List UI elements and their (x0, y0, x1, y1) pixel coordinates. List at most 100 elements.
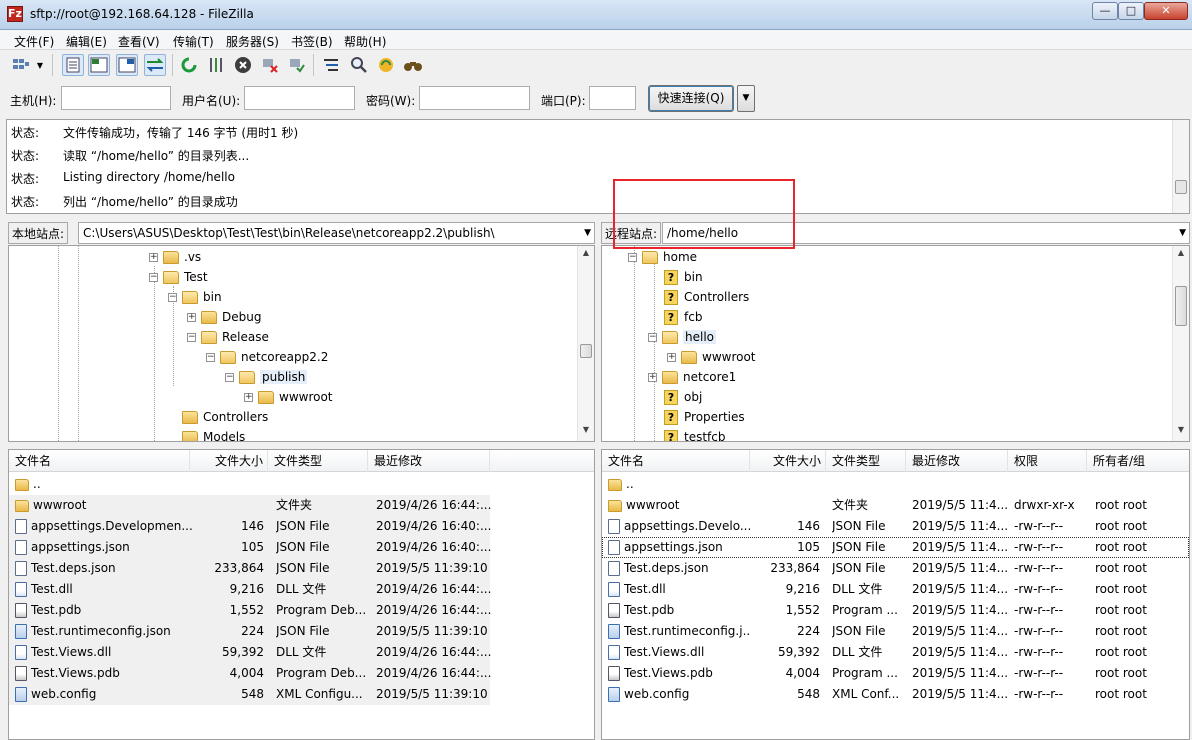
minimize-button[interactable]: — (1092, 2, 1118, 20)
username-input[interactable] (244, 86, 355, 110)
toggle-local-tree-icon[interactable] (88, 54, 110, 76)
scroll-up-icon[interactable]: ▲ (578, 248, 594, 262)
menu-transfer[interactable]: 传输(T) (173, 33, 214, 50)
close-window-button[interactable]: ✕ (1144, 2, 1188, 20)
directory-filter-icon[interactable] (320, 54, 342, 76)
expand-icon[interactable]: + (244, 392, 253, 402)
tree-node-wwwroot[interactable]: + wwwroot (667, 347, 756, 367)
column-filename[interactable]: 文件名 (9, 450, 190, 472)
column-modified[interactable]: 最近修改 (368, 450, 490, 472)
remote-tree-scrollbar[interactable]: ▲ ▼ (1172, 246, 1189, 441)
file-row[interactable]: .. (9, 474, 594, 495)
collapse-icon[interactable]: − (187, 332, 196, 342)
tree-node-netcore1[interactable]: + netcore1 (648, 367, 736, 387)
process-queue-icon[interactable] (205, 54, 227, 76)
scroll-down-icon[interactable]: ▼ (1173, 425, 1189, 439)
file-row[interactable]: Test.Views.dll 59,392 DLL 文件 2019/5/5 11:4.… (602, 642, 1189, 663)
tree-node-publish[interactable]: − publish (225, 367, 308, 387)
file-row[interactable]: Test.deps.json 233,864 JSON File 2019/5/5 1… (602, 558, 1189, 579)
menu-server[interactable]: 服务器(S) (226, 33, 279, 50)
collapse-icon[interactable]: − (168, 292, 177, 302)
tree-node-fcb[interactable]: ? fcb (663, 307, 702, 327)
compare-icon[interactable] (348, 54, 370, 76)
column-filename[interactable]: 文件名 (602, 450, 750, 472)
quickconnect-button[interactable]: 快速连接(Q) (648, 85, 734, 112)
tree-node-bin[interactable]: ? bin (663, 267, 703, 287)
collapse-icon[interactable]: − (628, 252, 637, 262)
tree-node-hello[interactable]: − hello (648, 327, 716, 347)
collapse-icon[interactable]: − (149, 272, 158, 282)
toggle-transfer-queue-icon[interactable] (144, 54, 166, 76)
tree-node-properties[interactable]: ? Properties (663, 407, 745, 427)
column-filesize[interactable]: 文件大小 (190, 450, 268, 472)
column-filetype[interactable]: 文件类型 (826, 450, 906, 472)
tree-node-netcoreapp[interactable]: − netcoreapp2.2 (206, 347, 328, 367)
tree-node-debug[interactable]: + Debug (187, 307, 261, 327)
tree-node-test[interactable]: − Test (149, 267, 208, 287)
port-input[interactable] (589, 86, 636, 110)
expand-icon[interactable]: + (149, 252, 158, 262)
tree-node-release[interactable]: − Release (187, 327, 269, 347)
file-row[interactable]: appsettings.Developmen... 146 JSON File 201… (9, 516, 594, 537)
file-row[interactable]: web.config 548 XML Configu... 2019/5/5 11:3… (9, 684, 594, 705)
file-row[interactable]: wwwroot 文件夹 2019/5/5 11:4... drwxr-xr-x root… (602, 495, 1189, 516)
tree-node-vs[interactable]: + .vs (149, 247, 201, 267)
toggle-remote-tree-icon[interactable] (116, 54, 138, 76)
file-row[interactable]: Test.runtimeconfig.json 224 JSON File 2019/… (9, 621, 594, 642)
tree-node-controllers[interactable]: Controllers (182, 407, 268, 427)
tree-node-bin[interactable]: − bin (168, 287, 222, 307)
menu-help[interactable]: 帮助(H) (344, 33, 386, 50)
cancel-icon[interactable] (232, 54, 254, 76)
menu-view[interactable]: 查看(V) (118, 33, 160, 50)
local-path-combo[interactable]: C:\Users\ASUS\Desktop\Test\Test\bin\Rele… (78, 222, 595, 244)
log-scrollbar[interactable] (1172, 120, 1189, 213)
menu-edit[interactable]: 编辑(E) (66, 33, 107, 50)
scroll-up-icon[interactable]: ▲ (1173, 248, 1189, 262)
tree-node-home[interactable]: − home (628, 247, 697, 267)
scroll-down-icon[interactable]: ▼ (578, 425, 594, 439)
column-filetype[interactable]: 文件类型 (268, 450, 368, 472)
collapse-icon[interactable]: − (206, 352, 215, 362)
expand-icon[interactable]: + (187, 312, 196, 322)
maximize-button[interactable]: □ (1118, 2, 1144, 20)
menu-file[interactable]: 文件(F) (14, 33, 54, 50)
collapse-icon[interactable]: − (648, 332, 657, 342)
quickconnect-history-dropdown[interactable]: ▼ (737, 85, 755, 112)
file-row[interactable]: wwwroot 文件夹 2019/4/26 16:44:... (9, 495, 594, 516)
file-row[interactable]: appsettings.json 105 JSON File 2019/4/26 16… (9, 537, 594, 558)
scroll-thumb[interactable] (1175, 286, 1187, 326)
column-permissions[interactable]: 权限 (1008, 450, 1087, 472)
chevron-down-icon[interactable]: ▼ (584, 223, 591, 243)
host-input[interactable] (61, 86, 171, 110)
file-row[interactable]: Test.Views.pdb 4,004 Program Deb... 2019/4/… (9, 663, 594, 684)
chevron-down-icon[interactable]: ▼ (1179, 223, 1186, 243)
file-row[interactable]: web.config 548 XML Conf... 2019/5/5 11:4...… (602, 684, 1189, 705)
tree-node-testfcb[interactable]: ? testfcb (663, 427, 725, 441)
file-row[interactable]: Test.runtimeconfig.j... 224 JSON File 2019/… (602, 621, 1189, 642)
dropdown-arrow-icon[interactable]: ▼ (33, 54, 47, 76)
collapse-icon[interactable]: − (225, 372, 234, 382)
file-row[interactable]: Test.pdb 1,552 Program Deb... 2019/4/26 16:… (9, 600, 594, 621)
site-manager-icon[interactable] (10, 54, 32, 76)
password-input[interactable] (419, 86, 530, 110)
file-row[interactable]: Test.Views.dll 59,392 DLL 文件 2019/4/26 16:4… (9, 642, 594, 663)
toggle-log-icon[interactable] (62, 54, 84, 76)
column-owner-group[interactable]: 所有者/组 (1087, 450, 1189, 472)
tree-node-controllers[interactable]: ? Controllers (663, 287, 749, 307)
tree-node-models[interactable]: Models (182, 427, 245, 441)
log-scroll-thumb[interactable] (1175, 180, 1187, 194)
file-row[interactable]: appsettings.json 105 JSON File 2019/5/5 11:… (602, 537, 1189, 558)
tree-node-wwwroot[interactable]: + wwwroot (244, 387, 333, 407)
disconnect-icon[interactable] (259, 54, 281, 76)
file-row[interactable]: Test.dll 9,216 DLL 文件 2019/5/5 11:4... -rw-r… (602, 579, 1189, 600)
file-row[interactable]: .. (602, 474, 1189, 495)
file-row[interactable]: appsettings.Develo... 146 JSON File 2019/5/… (602, 516, 1189, 537)
scroll-thumb[interactable] (580, 344, 592, 358)
reconnect-icon[interactable] (286, 54, 308, 76)
file-row[interactable]: Test.dll 9,216 DLL 文件 2019/4/26 16:44:... (9, 579, 594, 600)
tree-node-obj[interactable]: ? obj (663, 387, 702, 407)
expand-icon[interactable]: + (667, 352, 676, 362)
refresh-icon[interactable] (178, 54, 200, 76)
column-modified[interactable]: 最近修改 (906, 450, 1008, 472)
menu-bookmarks[interactable]: 书签(B) (291, 33, 333, 50)
